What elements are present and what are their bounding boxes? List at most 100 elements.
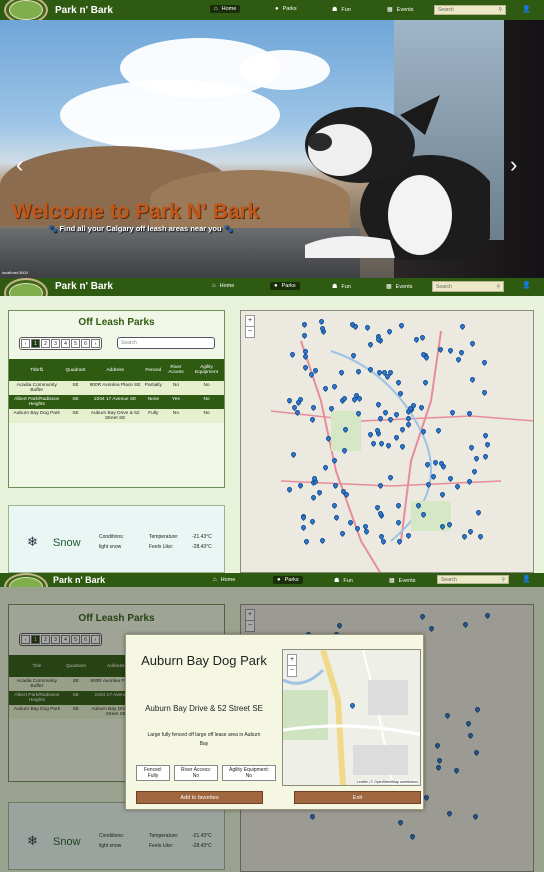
calendar-icon: ▦ bbox=[387, 7, 393, 13]
nav-events[interactable]: ▦ Events bbox=[387, 6, 414, 14]
conditions-label: Conditions: bbox=[99, 534, 125, 540]
col-address[interactable]: Address bbox=[86, 359, 144, 381]
col-fenced[interactable]: Fenced bbox=[143, 359, 163, 381]
page-6[interactable]: 6 bbox=[81, 339, 90, 348]
search-input[interactable]: Search ⚲ bbox=[432, 281, 504, 292]
feels-like-label: Feels Like: bbox=[149, 544, 174, 550]
page-2[interactable]: 2 bbox=[41, 339, 50, 348]
cloud bbox=[60, 80, 280, 150]
weather-label: Snow bbox=[53, 537, 81, 549]
search-input[interactable]: Search ⚲ bbox=[437, 575, 509, 584]
nav-parks[interactable]: ● Parks bbox=[275, 6, 297, 12]
cloud bbox=[240, 50, 330, 90]
nav-events[interactable]: ▦ Events bbox=[389, 577, 416, 585]
home-icon: ⌂ bbox=[212, 283, 216, 289]
top-navbar-parks: Park n' Bark ⌂ Home ● Parks ☗ Fun ▦ Events S… bbox=[0, 278, 544, 308]
pager-prev-icon[interactable]: ‹ bbox=[21, 339, 30, 348]
parks-title: Off Leash Parks bbox=[78, 317, 155, 328]
running-icon: ☗ bbox=[334, 578, 340, 584]
nav-fun[interactable]: ☗ Fun bbox=[332, 283, 351, 291]
temperature-value: -21.43°C bbox=[192, 534, 212, 540]
add-to-favorites-button[interactable]: Add to favorites bbox=[136, 791, 263, 804]
parks-map[interactable]: + − bbox=[240, 310, 534, 573]
page-4[interactable]: 4 bbox=[61, 339, 70, 348]
search-icon: ⚲ bbox=[498, 7, 502, 13]
pagination: ‹ 1 2 3 4 5 6 › bbox=[19, 337, 102, 350]
zoom-out-icon[interactable]: − bbox=[246, 326, 254, 337]
fenced-stat: Fenced: Fully bbox=[136, 765, 170, 781]
zoom-in-icon[interactable]: + bbox=[246, 316, 254, 326]
paw-icon: 🐾 bbox=[221, 224, 234, 233]
carousel-prev-icon[interactable]: ‹ bbox=[16, 152, 23, 178]
calendar-icon: ▦ bbox=[386, 284, 392, 290]
top-navbar-modal: Park n' Bark ⌂ Home ● Parks ☗ Fun ▦ Events S… bbox=[0, 573, 544, 601]
running-icon: ☗ bbox=[332, 284, 338, 290]
modal-address: Auburn Bay Drive & 52 Street SE bbox=[145, 704, 263, 713]
user-icon[interactable]: 👤 bbox=[522, 575, 531, 583]
conditions-value: light snow bbox=[99, 544, 122, 550]
parks-table: Title⇅ Quadrant Address Fenced River Acc… bbox=[9, 359, 224, 423]
hero-title: Welcome to Park N' Bark bbox=[12, 200, 260, 223]
map-attribution: Leaflet | © OpenStreetMap contributors bbox=[357, 780, 418, 784]
hero-subtitle: 🐾 Find all your Calgary off leash areas … bbox=[48, 224, 234, 233]
col-river[interactable]: River Access bbox=[162, 359, 190, 381]
table-row[interactable]: Auburn Bay Dog Park SE Auburn Bay Drive & … bbox=[9, 409, 224, 423]
agility-stat: Agility Equipment: No bbox=[222, 765, 276, 781]
nav-events[interactable]: ▦ Events bbox=[386, 283, 413, 291]
map-zoom: + − bbox=[245, 315, 255, 338]
modal-map-zoom: + − bbox=[287, 654, 297, 677]
table-search-input[interactable]: Search bbox=[117, 337, 215, 349]
top-navbar: Park n' Bark ⌂ Home ● Parks ☗ Fun ▦ Events S… bbox=[0, 0, 544, 24]
nav-parks[interactable]: ● Parks bbox=[270, 282, 300, 290]
modal-map-roads bbox=[283, 650, 420, 785]
table-row[interactable]: Albert Park/Radisson Heights SE 2204 17 Av… bbox=[9, 395, 224, 409]
pin-icon: ● bbox=[275, 6, 279, 12]
modal-map[interactable]: + − Leaflet | © OpenStreetMap contributor… bbox=[282, 649, 421, 786]
col-title[interactable]: Title⇅ bbox=[9, 359, 65, 381]
running-icon: ☗ bbox=[332, 7, 338, 13]
home-icon: ⌂ bbox=[213, 577, 217, 583]
modal-description: Large fully fenced off large off lease a… bbox=[147, 732, 261, 747]
image-credit: localhost:3000 bbox=[2, 270, 28, 275]
search-input[interactable]: Search ⚲ bbox=[434, 5, 506, 15]
river-access-stat: River Access: No bbox=[174, 765, 218, 781]
search-icon: ⚲ bbox=[496, 283, 500, 290]
weather-card: ❄ Snow Conditions: light snow Temperatur… bbox=[8, 505, 225, 573]
park-detail-modal: Auburn Bay Dog Park Auburn Bay Drive & 5… bbox=[125, 634, 424, 810]
page-3[interactable]: 3 bbox=[51, 339, 60, 348]
col-agility[interactable]: Agility Equipment bbox=[189, 359, 224, 381]
page-1[interactable]: 1 bbox=[31, 339, 40, 348]
col-quadrant[interactable]: Quadrant bbox=[64, 359, 87, 381]
nav-home[interactable]: ⌂ Home bbox=[212, 283, 234, 289]
snowflake-icon: ❄ bbox=[27, 534, 38, 549]
table-row[interactable]: Acadia Community Buffer SE 900R Avonlea Pl… bbox=[9, 381, 224, 395]
pin-icon: ● bbox=[274, 283, 278, 289]
home-icon: ⌂ bbox=[214, 6, 218, 12]
pin-icon: ● bbox=[277, 577, 281, 583]
pager-next-icon[interactable]: › bbox=[91, 339, 100, 348]
temperature-label: Temperature: bbox=[149, 534, 179, 540]
brand-name[interactable]: Park n' Bark bbox=[55, 281, 113, 292]
nav-fun[interactable]: ☗ Fun bbox=[334, 577, 353, 585]
brand-name[interactable]: Park n' Bark bbox=[53, 575, 105, 585]
nav-parks[interactable]: ● Parks bbox=[273, 576, 303, 584]
modal-title: Auburn Bay Dog Park bbox=[141, 653, 267, 668]
user-icon[interactable]: 👤 bbox=[522, 281, 531, 289]
dog-image bbox=[305, 95, 490, 260]
calendar-icon: ▦ bbox=[389, 578, 395, 584]
exit-button[interactable]: Exit bbox=[294, 791, 421, 804]
page-5[interactable]: 5 bbox=[71, 339, 80, 348]
zoom-out-icon[interactable]: − bbox=[288, 665, 296, 676]
nav-fun[interactable]: ☗ Fun bbox=[332, 6, 351, 14]
user-icon[interactable]: 👤 bbox=[522, 5, 531, 13]
nav-home[interactable]: ⌂ Home bbox=[210, 5, 241, 13]
hero-carousel: ‹ › Welcome to Park N' Bark 🐾 Find all y… bbox=[0, 20, 544, 278]
zoom-in-icon[interactable]: + bbox=[288, 655, 296, 665]
paw-icon: 🐾 bbox=[48, 224, 60, 233]
feels-like-value: -28.43°C bbox=[192, 544, 212, 550]
search-icon: ⚲ bbox=[501, 576, 505, 583]
carousel-next-icon[interactable]: › bbox=[510, 152, 517, 178]
brand-name[interactable]: Park n' Bark bbox=[55, 5, 113, 16]
nav-home[interactable]: ⌂ Home bbox=[213, 577, 235, 583]
off-leash-parks-card: Off Leash Parks ‹ 1 2 3 4 5 6 › Search T… bbox=[8, 310, 225, 488]
